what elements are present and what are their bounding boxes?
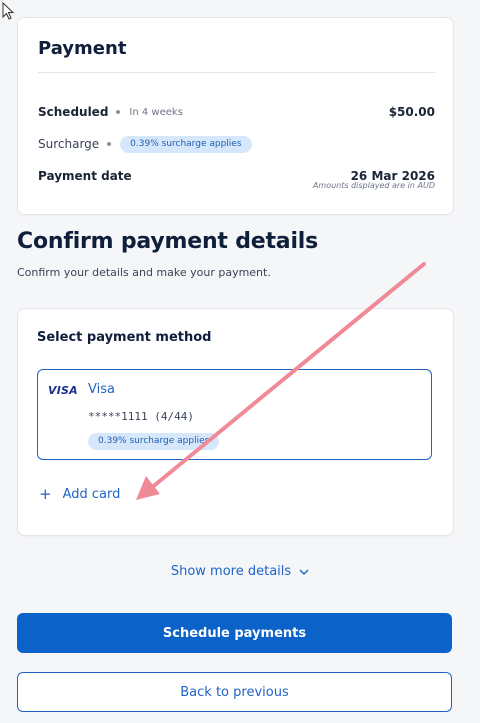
- payment-method-title: Select payment method: [37, 330, 212, 345]
- card-number: *****1111 (4/44): [88, 410, 194, 423]
- show-more-details-button[interactable]: Show more details: [0, 564, 480, 579]
- scheduled-amount: $50.00: [388, 105, 435, 119]
- card-brand-name: Visa: [88, 382, 115, 397]
- add-card-button[interactable]: + Add card: [39, 485, 121, 503]
- payment-title: Payment: [38, 38, 127, 59]
- visa-logo-icon: VISA: [48, 384, 78, 397]
- payment-method-card: Select payment method VISA Visa *****111…: [17, 308, 454, 536]
- currency-note: Amounts displayed are in AUD: [312, 181, 435, 190]
- saved-card-option[interactable]: VISA Visa *****1111 (4/44) 0.39% surchar…: [37, 369, 432, 460]
- bullet-dot: [107, 142, 112, 146]
- chevron-down-icon: [299, 569, 309, 575]
- page-subtitle: Confirm your details and make your payme…: [17, 266, 271, 279]
- add-card-label: Add card: [62, 487, 121, 502]
- scheduled-label: Scheduled: [38, 105, 109, 119]
- card-surcharge-badge: 0.39% surcharge applies: [88, 433, 220, 450]
- payment-summary-card: Payment Scheduled In 4 weeks $50.00 Surc…: [17, 17, 454, 215]
- scheduled-row: Scheduled In 4 weeks $50.00: [38, 102, 435, 122]
- divider: [38, 72, 435, 73]
- show-more-label: Show more details: [170, 564, 292, 579]
- bullet-dot: [116, 110, 121, 114]
- surcharge-row: Surcharge 0.39% surcharge applies: [38, 134, 435, 154]
- surcharge-label: Surcharge: [38, 137, 100, 151]
- mouse-cursor-icon: [2, 2, 15, 20]
- back-to-previous-button[interactable]: Back to previous: [17, 672, 452, 712]
- schedule-payments-button[interactable]: Schedule payments: [17, 613, 452, 653]
- plus-icon: +: [39, 485, 52, 503]
- scheduled-timing: In 4 weeks: [129, 106, 183, 118]
- surcharge-badge: 0.39% surcharge applies: [120, 135, 252, 153]
- page-title: Confirm payment details: [17, 229, 319, 254]
- payment-date-label: Payment date: [38, 169, 132, 183]
